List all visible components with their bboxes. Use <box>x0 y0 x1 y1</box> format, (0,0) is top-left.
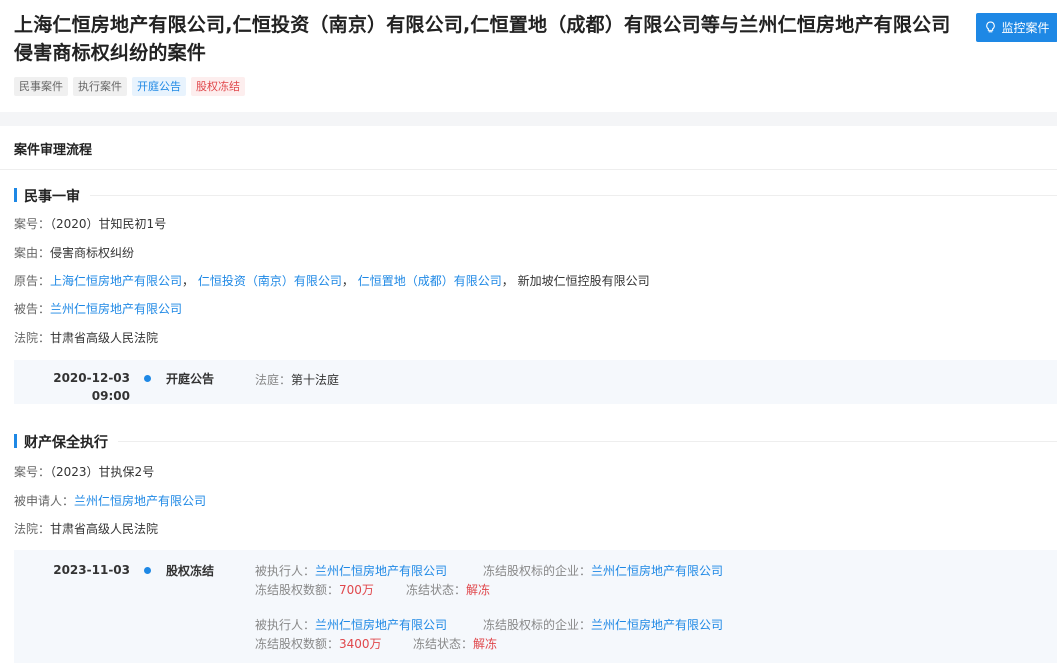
event-type: 开庭公告 <box>166 372 215 386</box>
pres-court: 甘肃省高级人民法院 <box>50 522 159 536</box>
freeze-entry-1-status: 冻结状态：解冻 <box>406 581 490 598</box>
monitor-case-label: 监控案件 <box>1001 21 1050 35</box>
defendant-link[interactable]: 兰州仁恒房地产有限公司 <box>50 302 182 316</box>
stage-rule-civil <box>90 195 1057 196</box>
civil-plaintiff-label: 原告： <box>14 274 51 288</box>
freeze-entry-2-target: 冻结股权标的企业：兰州仁恒房地产有限公司 <box>483 616 723 633</box>
status-value: 解冻 <box>473 637 498 651</box>
tag-execution[interactable]: 执行案件 <box>73 77 127 96</box>
freeze-entry-1-target: 冻结股权标的企业：兰州仁恒房地产有限公司 <box>483 562 723 579</box>
freeze-entry-2-amount: 冻结股权数额：3400万 <box>255 635 382 652</box>
pres-case-no-row: 案号：（2023）甘执保2号 <box>14 463 154 480</box>
plaintiff-separator: ， <box>341 274 354 288</box>
plaintiff-link[interactable]: 上海仁恒房地产有限公司 <box>50 274 182 288</box>
civil-court: 甘肃省高级人民法院 <box>50 331 159 345</box>
tag-civil[interactable]: 民事案件 <box>14 77 68 96</box>
process-heading: 案件审理流程 <box>14 143 93 158</box>
plaintiff-link[interactable]: 仁恒投资（南京）有限公司 <box>198 274 342 288</box>
monitor-case-button[interactable]: 监控案件 <box>976 13 1057 42</box>
freeze-entry-2-status: 冻结状态：解冻 <box>413 635 497 652</box>
status-label: 冻结状态： <box>406 583 467 597</box>
amount-label: 冻结股权数额： <box>255 637 340 651</box>
civil-case-no-row: 案号：（2020）甘知民初1号 <box>14 215 166 232</box>
pres-respondent-row: 被申请人：兰州仁恒房地产有限公司 <box>14 492 206 509</box>
plaintiff-other: 新加坡仁恒控股有限公司 <box>517 274 650 288</box>
pres-court-label: 法院： <box>14 522 51 536</box>
target-link[interactable]: 兰州仁恒房地产有限公司 <box>591 618 723 632</box>
civil-cause-row: 案由：侵害商标权纠纷 <box>14 244 134 261</box>
pres-court-row: 法院：甘肃省高级人民法院 <box>14 520 158 537</box>
plaintiff-separator: ， <box>501 274 514 288</box>
amount-label: 冻结股权数额： <box>255 583 340 597</box>
executed-link[interactable]: 兰州仁恒房地产有限公司 <box>315 618 447 632</box>
tag-equity-freeze[interactable]: 股权冻结 <box>191 77 245 96</box>
amount-value: 700万 <box>339 583 374 597</box>
civil-cause: 侵害商标权纠纷 <box>50 246 135 260</box>
civil-case-no: （2020）甘知民初1号 <box>50 217 167 231</box>
event-date-time: 09:00 <box>91 389 130 403</box>
stage-rule-preservation <box>118 441 1057 442</box>
amount-value: 3400万 <box>339 637 382 651</box>
timeline-dot <box>144 567 151 574</box>
bulb-icon <box>986 21 996 33</box>
civil-plaintiff-row: 原告：上海仁恒房地产有限公司， 仁恒投资（南京）有限公司， 仁恒置地（成都）有限… <box>14 272 650 289</box>
target-label: 冻结股权标的企业： <box>483 564 592 578</box>
event-type: 股权冻结 <box>166 564 215 578</box>
stage-title-preservation: 财产保全执行 <box>14 432 108 452</box>
plaintiff-link[interactable]: 仁恒置地（成都）有限公司 <box>358 274 502 288</box>
respondent-link[interactable]: 兰州仁恒房地产有限公司 <box>74 494 206 508</box>
freeze-entry-1-amount: 冻结股权数额：700万 <box>255 581 374 598</box>
executed-label: 被执行人： <box>255 564 316 578</box>
tag-hearing[interactable]: 开庭公告 <box>132 77 186 96</box>
case-title: 上海仁恒房地产有限公司,仁恒投资（南京）有限公司,仁恒置地（成都）有限公司等与兰… <box>14 14 951 64</box>
pres-case-no-label: 案号： <box>14 465 51 479</box>
target-label: 冻结股权标的企业： <box>483 618 592 632</box>
timeline-dot <box>144 375 151 382</box>
civil-defendant-row: 被告：兰州仁恒房地产有限公司 <box>14 300 182 317</box>
event-detail: 法庭：第十法庭 <box>255 371 339 388</box>
preservation-timeline-event: 2023-11-03 股权冻结 被执行人：兰州仁恒房地产有限公司 冻结股权标的企… <box>14 550 1057 663</box>
civil-court-label: 法院： <box>14 331 51 345</box>
target-link[interactable]: 兰州仁恒房地产有限公司 <box>591 564 723 578</box>
pres-respondent-label: 被申请人： <box>14 494 75 508</box>
event-date: 2020-12-03 09:00 <box>14 369 130 405</box>
civil-case-no-label: 案号： <box>14 217 51 231</box>
civil-defendant-label: 被告： <box>14 302 51 316</box>
event-detail-value: 第十法庭 <box>291 373 340 387</box>
case-header: 上海仁恒房地产有限公司,仁恒投资（南京）有限公司,仁恒置地（成都）有限公司等与兰… <box>0 0 1057 112</box>
plaintiff-separator: ， <box>182 274 195 288</box>
case-tags: 民事案件 执行案件 开庭公告 股权冻结 <box>14 77 245 96</box>
section-divider <box>0 112 1057 126</box>
status-label: 冻结状态： <box>413 637 474 651</box>
civil-timeline-event: 2020-12-03 09:00 开庭公告 法庭：第十法庭 <box>14 360 1057 404</box>
event-date: 2023-11-03 <box>53 563 130 577</box>
status-value: 解冻 <box>466 583 491 597</box>
stage-title-civil: 民事一审 <box>14 186 80 206</box>
pres-case-no: （2023）甘执保2号 <box>50 465 155 479</box>
event-detail-label: 法庭： <box>255 373 292 387</box>
executed-link[interactable]: 兰州仁恒房地产有限公司 <box>315 564 447 578</box>
freeze-entry-1-line-1: 被执行人：兰州仁恒房地产有限公司 <box>255 562 447 579</box>
civil-cause-label: 案由： <box>14 246 51 260</box>
event-date-day: 2020-12-03 <box>53 371 130 385</box>
executed-label: 被执行人： <box>255 618 316 632</box>
civil-court-row: 法院：甘肃省高级人民法院 <box>14 329 158 346</box>
freeze-entry-2-line-1: 被执行人：兰州仁恒房地产有限公司 <box>255 616 447 633</box>
process-heading-rule <box>0 169 1057 170</box>
